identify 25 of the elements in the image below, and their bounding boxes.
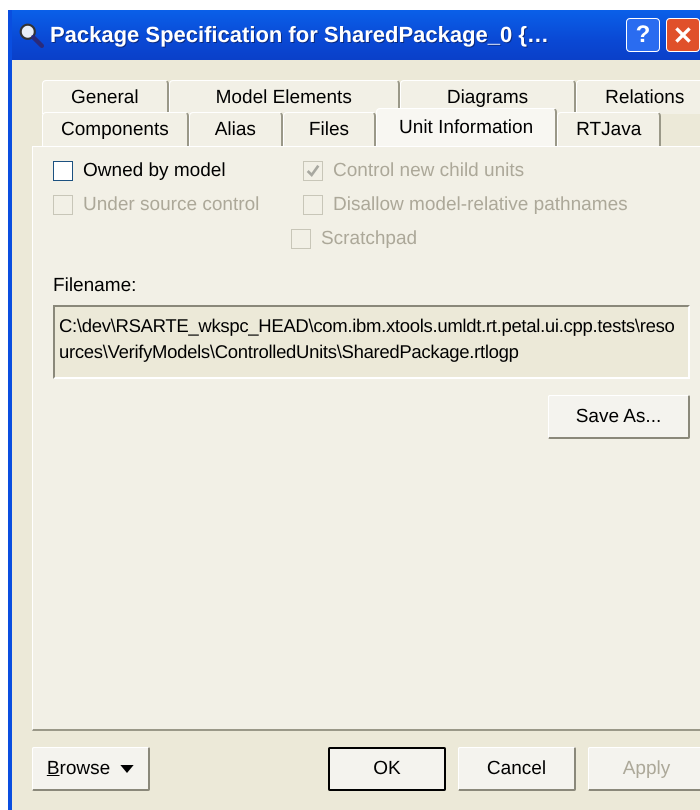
checkbox-label: Under source control [83, 194, 260, 216]
filename-label: Filename: [53, 275, 138, 297]
tab[interactable]: Components [42, 112, 189, 146]
browse-button[interactable]: Browse [32, 747, 150, 791]
tab[interactable]: Unit Information [376, 108, 558, 146]
tab[interactable]: Alias [188, 112, 283, 146]
dropdown-arrow-icon [120, 764, 134, 772]
dialog-button[interactable]: OK [328, 747, 446, 791]
tab[interactable]: Model Elements [168, 80, 400, 114]
dialog-button[interactable]: Cancel [458, 747, 576, 791]
checkbox-label: Disallow model-relative pathnames [333, 194, 628, 216]
checkbox-label: Owned by model [83, 160, 226, 182]
tab[interactable]: RTJava [557, 112, 662, 146]
tab[interactable]: Relations [576, 80, 700, 114]
save-as-button[interactable]: Save As... [548, 395, 690, 439]
help-button[interactable]: ? [626, 18, 660, 52]
tab[interactable]: Files [282, 112, 376, 146]
filename-field[interactable]: C:\dev\RSARTE_wkspc_HEAD\com.ibm.xtools.umldt.rt.petal.ui.cpp.tests\resources\VerifyModels\ControlledUnits\SharedPackage.rtlogp [53, 305, 690, 379]
window-title: Package Specification for SharedPackage_0 {… [50, 22, 550, 48]
checkbox-label: Control new child units [333, 160, 524, 182]
close-button[interactable] [666, 18, 700, 52]
checkbox[interactable] [53, 161, 73, 181]
magnifier-icon [18, 22, 44, 48]
checkbox-label: Scratchpad [321, 228, 418, 250]
tab[interactable]: General [42, 80, 169, 114]
